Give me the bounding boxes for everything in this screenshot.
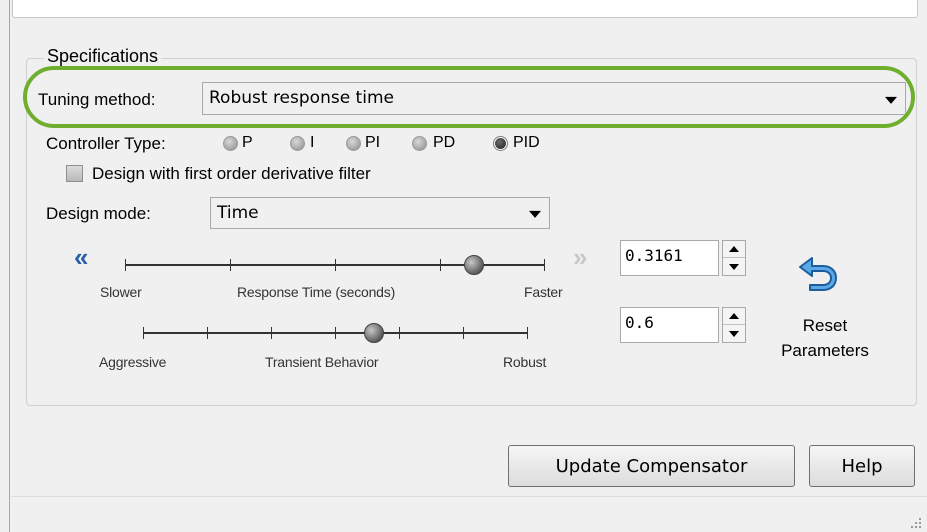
- slider-tick: [399, 327, 400, 339]
- tuning-method-dropdown[interactable]: Robust response time: [202, 82, 906, 115]
- radio-pid-label: PID: [513, 134, 540, 151]
- slider-tick: [335, 259, 336, 271]
- slider-tick: [207, 327, 208, 339]
- design-mode-label: Design mode:: [46, 204, 151, 223]
- transient-behavior-slider[interactable]: [143, 322, 528, 346]
- controller-type-label: Controller Type:: [46, 134, 166, 153]
- slider-tick: [230, 259, 231, 271]
- transient-behavior-input[interactable]: 0.6: [620, 307, 719, 343]
- radio-pi-label: PI: [365, 134, 381, 151]
- slider-tick: [271, 327, 272, 339]
- slider-tick: [125, 259, 126, 271]
- chevron-down-icon: [885, 96, 897, 104]
- slider-tick: [335, 327, 336, 339]
- triangle-up-icon: [729, 313, 739, 319]
- radio-i[interactable]: [290, 136, 305, 151]
- spin-down-button[interactable]: [723, 325, 745, 342]
- radio-pi[interactable]: [346, 136, 361, 151]
- slower-label: Slower: [100, 284, 142, 300]
- chevron-down-icon: [529, 210, 541, 218]
- response-time-label: Response Time (seconds): [237, 284, 396, 300]
- spin-up-button[interactable]: [723, 308, 745, 325]
- slider-tick: [544, 259, 545, 271]
- robust-label: Robust: [503, 354, 547, 370]
- status-bar: [11, 496, 927, 532]
- response-time-slider[interactable]: [125, 254, 545, 278]
- double-chevron-right-icon[interactable]: »: [573, 244, 587, 270]
- triangle-down-icon: [729, 330, 739, 337]
- reset-label-line2: Parameters: [781, 341, 869, 360]
- radio-pid[interactable]: [493, 136, 508, 151]
- tuning-method-value: Robust response time: [209, 88, 394, 108]
- radio-p[interactable]: [223, 136, 238, 151]
- design-mode-dropdown[interactable]: Time: [210, 197, 550, 229]
- response-time-input[interactable]: 0.3161: [620, 240, 719, 276]
- aggressive-label: Aggressive: [99, 354, 167, 370]
- window-left-border: [0, 0, 10, 532]
- radio-pd-label: PD: [433, 134, 456, 151]
- triangle-down-icon: [729, 263, 739, 270]
- derivative-filter-label: Design with first order derivative filte…: [92, 164, 371, 183]
- slider-tick: [143, 327, 144, 339]
- design-mode-value: Time: [217, 203, 259, 223]
- specifications-legend: Specifications: [44, 44, 162, 66]
- triangle-up-icon: [729, 246, 739, 252]
- derivative-filter-checkbox[interactable]: [66, 165, 83, 182]
- tuning-method-label: Tuning method:: [38, 90, 156, 109]
- reset-label-line1: Reset: [802, 316, 848, 335]
- spin-up-button[interactable]: [723, 241, 745, 258]
- spin-down-button[interactable]: [723, 258, 745, 275]
- double-chevron-left-icon[interactable]: «: [74, 244, 88, 270]
- radio-p-label: P: [242, 134, 253, 151]
- slider-tick: [440, 259, 441, 271]
- slider-thumb[interactable]: [463, 255, 484, 275]
- response-time-spinner[interactable]: [722, 240, 746, 276]
- resize-grip-icon[interactable]: [911, 518, 921, 528]
- slider-tick: [463, 327, 464, 339]
- update-compensator-button[interactable]: Update Compensator: [508, 445, 795, 487]
- undo-arrow-icon: [799, 257, 837, 291]
- help-button[interactable]: Help: [809, 445, 915, 487]
- slider-tick: [527, 327, 528, 339]
- transient-behavior-label: Transient Behavior: [265, 354, 379, 370]
- transient-behavior-spinner[interactable]: [722, 307, 746, 343]
- radio-i-label: I: [310, 134, 315, 151]
- faster-label: Faster: [524, 284, 563, 300]
- upper-panel: [12, 0, 918, 18]
- radio-pd[interactable]: [412, 136, 427, 151]
- reset-parameters-button[interactable]: Reset Parameters: [760, 250, 890, 370]
- slider-thumb[interactable]: [364, 323, 384, 343]
